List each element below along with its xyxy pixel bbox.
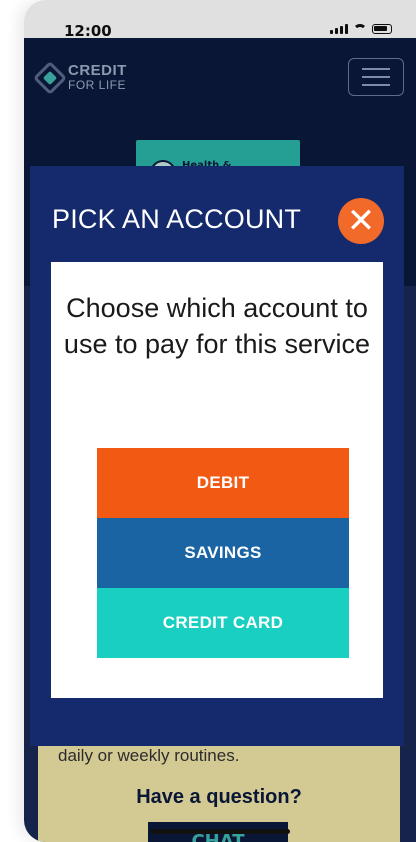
modal-prompt: Choose which account to use to pay for t… bbox=[63, 293, 371, 359]
modal-body: Choose which account to use to pay for t… bbox=[51, 262, 383, 698]
close-button[interactable]: ✕ bbox=[338, 198, 384, 244]
debit-button[interactable]: DEBIT bbox=[97, 448, 349, 518]
close-icon: ✕ bbox=[346, 201, 376, 241]
savings-button[interactable]: SAVINGS bbox=[97, 518, 349, 588]
phone-screen: 12:00 CREDIT FOR LIFE Health & bbox=[24, 0, 416, 842]
modal-title: PICK AN ACCOUNT bbox=[52, 204, 302, 234]
pick-account-modal: PICK AN ACCOUNT ✕ Choose which account t… bbox=[30, 166, 404, 746]
credit-card-button[interactable]: CREDIT CARD bbox=[97, 588, 349, 658]
home-indicator bbox=[150, 829, 290, 834]
